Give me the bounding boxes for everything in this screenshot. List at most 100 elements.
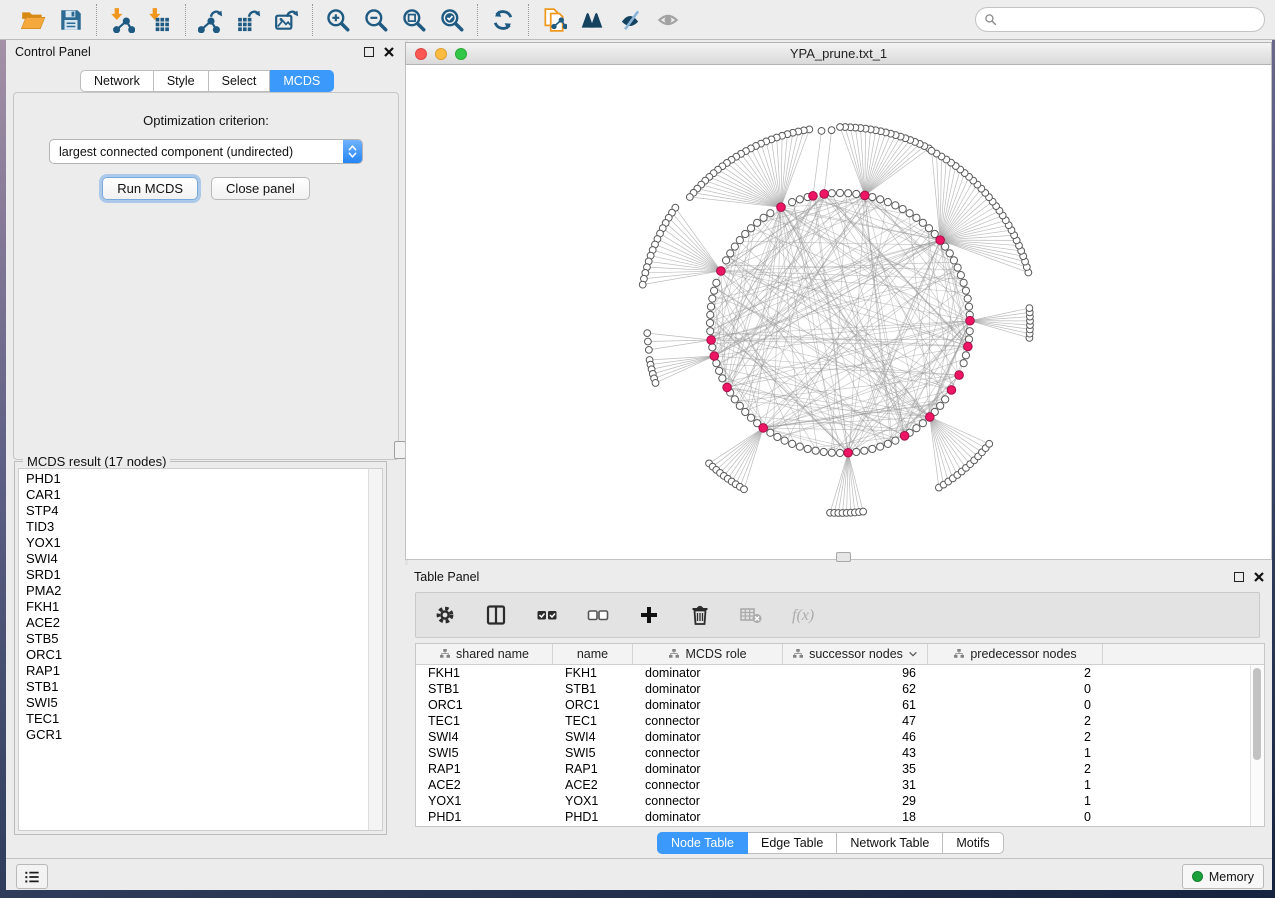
graph-node[interactable] — [781, 437, 788, 444]
graph-node[interactable] — [767, 429, 774, 436]
graph-hub-node[interactable] — [926, 413, 935, 422]
graph-node[interactable] — [960, 279, 967, 286]
zoom-in-button[interactable] — [319, 4, 357, 36]
graph-node[interactable] — [820, 448, 827, 455]
graph-hub-node[interactable] — [820, 190, 829, 199]
mcds-result-item[interactable]: STB5 — [26, 631, 382, 647]
graph-node[interactable] — [707, 328, 714, 335]
graph-hub-node[interactable] — [777, 203, 786, 212]
duplicate-network-button[interactable] — [535, 4, 573, 36]
table-row[interactable]: RAP1RAP1dominator352 — [416, 761, 1264, 777]
graph-node[interactable] — [709, 295, 716, 302]
graph-node[interactable] — [731, 243, 738, 250]
tab-style[interactable]: Style — [154, 70, 209, 92]
graph-node[interactable] — [774, 433, 781, 440]
graph-node[interactable] — [937, 402, 944, 409]
graph-node[interactable] — [742, 230, 749, 237]
graph-node[interactable] — [954, 264, 961, 271]
graph-node[interactable] — [884, 199, 891, 206]
table-row[interactable]: FKH1FKH1dominator962 — [416, 665, 1264, 681]
graph-node[interactable] — [884, 440, 891, 447]
graph-node[interactable] — [747, 414, 754, 421]
graph-node[interactable] — [716, 367, 723, 374]
mcds-result-item[interactable]: STB1 — [26, 679, 382, 695]
graph-leaf-node[interactable] — [639, 281, 646, 288]
graph-node[interactable] — [796, 443, 803, 450]
network-canvas[interactable] — [405, 65, 1272, 560]
table-row[interactable]: SWI5SWI5connector431 — [416, 745, 1264, 761]
graph-hub-node[interactable] — [947, 386, 956, 395]
graph-node[interactable] — [713, 279, 720, 286]
mcds-result-item[interactable]: SWI4 — [26, 551, 382, 567]
mcds-result-item[interactable]: TID3 — [26, 519, 382, 535]
graph-node[interactable] — [722, 257, 729, 264]
graph-node[interactable] — [796, 196, 803, 203]
mcds-result-item[interactable]: YOX1 — [26, 535, 382, 551]
graph-node[interactable] — [707, 311, 714, 318]
mcds-result-item[interactable]: ACE2 — [26, 615, 382, 631]
graph-hub-node[interactable] — [844, 448, 853, 457]
graph-node[interactable] — [742, 408, 749, 415]
graph-leaf-node[interactable] — [860, 508, 867, 515]
select-all-button[interactable] — [534, 602, 560, 628]
zoom-out-button[interactable] — [357, 4, 395, 36]
graph-leaf-node[interactable] — [986, 440, 993, 447]
table-row[interactable]: ACE2ACE2connector311 — [416, 777, 1264, 793]
graph-hub-node[interactable] — [717, 267, 726, 276]
graph-node[interactable] — [828, 449, 835, 456]
table-tab-edge-table[interactable]: Edge Table — [748, 832, 837, 854]
zoom-selected-button[interactable] — [433, 4, 471, 36]
graph-leaf-node[interactable] — [1026, 305, 1033, 312]
binoculars-button[interactable] — [573, 4, 611, 36]
graph-node[interactable] — [828, 190, 835, 197]
graph-node[interactable] — [853, 448, 860, 455]
node-table[interactable]: shared namenameMCDS rolesuccessor nodesp… — [415, 643, 1265, 827]
graph-node[interactable] — [760, 214, 767, 221]
network-graph[interactable] — [406, 65, 1271, 559]
column-header-MCDS-role[interactable]: MCDS role — [633, 644, 783, 664]
table-row[interactable]: STB1STB1dominator620 — [416, 681, 1264, 697]
graph-node[interactable] — [892, 437, 899, 444]
graph-node[interactable] — [962, 352, 969, 359]
float-panel-icon[interactable] — [363, 46, 375, 58]
memory-button[interactable]: Memory — [1182, 864, 1264, 889]
column-button[interactable] — [483, 602, 509, 628]
graph-leaf-node[interactable] — [928, 147, 935, 154]
save-session-button[interactable] — [52, 4, 90, 36]
table-row[interactable]: YOX1YOX1connector291 — [416, 793, 1264, 809]
graph-hub-node[interactable] — [936, 236, 945, 245]
close-panel-button[interactable]: Close panel — [211, 177, 310, 200]
table-scrollbar[interactable] — [1250, 665, 1264, 826]
search-field[interactable] — [975, 7, 1265, 32]
table-scrollbar-thumb[interactable] — [1253, 668, 1261, 760]
graph-node[interactable] — [845, 190, 852, 197]
graph-node[interactable] — [812, 447, 819, 454]
mcds-result-item[interactable]: ORC1 — [26, 647, 382, 663]
graph-leaf-node[interactable] — [837, 124, 844, 131]
trash-button[interactable] — [687, 602, 713, 628]
zoom-fit-button[interactable] — [395, 4, 433, 36]
mcds-result-item[interactable]: CAR1 — [26, 487, 382, 503]
graph-node[interactable] — [836, 189, 843, 196]
eye-button[interactable] — [649, 4, 687, 36]
graph-hub-node[interactable] — [710, 352, 719, 361]
table-tab-node-table[interactable]: Node Table — [657, 832, 748, 854]
graph-hub-node[interactable] — [809, 192, 818, 201]
column-header-predecessor-nodes[interactable]: predecessor nodes — [928, 644, 1103, 664]
graph-hub-node[interactable] — [964, 342, 973, 351]
table-row[interactable]: ORC1ORC1dominator610 — [416, 697, 1264, 713]
graph-node[interactable] — [962, 287, 969, 294]
export-table-button[interactable] — [230, 4, 268, 36]
refresh-button[interactable] — [484, 4, 522, 36]
run-mcds-button[interactable]: Run MCDS — [102, 177, 198, 200]
table-row[interactable]: SWI4SWI4dominator462 — [416, 729, 1264, 745]
table-row[interactable]: PHD1PHD1dominator180 — [416, 809, 1264, 825]
graph-node[interactable] — [747, 225, 754, 232]
graph-leaf-node[interactable] — [645, 346, 652, 353]
mcds-result-item[interactable]: PMA2 — [26, 583, 382, 599]
column-header-successor-nodes[interactable]: successor nodes — [783, 644, 928, 664]
graph-leaf-node[interactable] — [644, 330, 651, 337]
graph-hub-node[interactable] — [723, 383, 732, 392]
table-tab-motifs[interactable]: Motifs — [943, 832, 1003, 854]
graph-node[interactable] — [736, 402, 743, 409]
